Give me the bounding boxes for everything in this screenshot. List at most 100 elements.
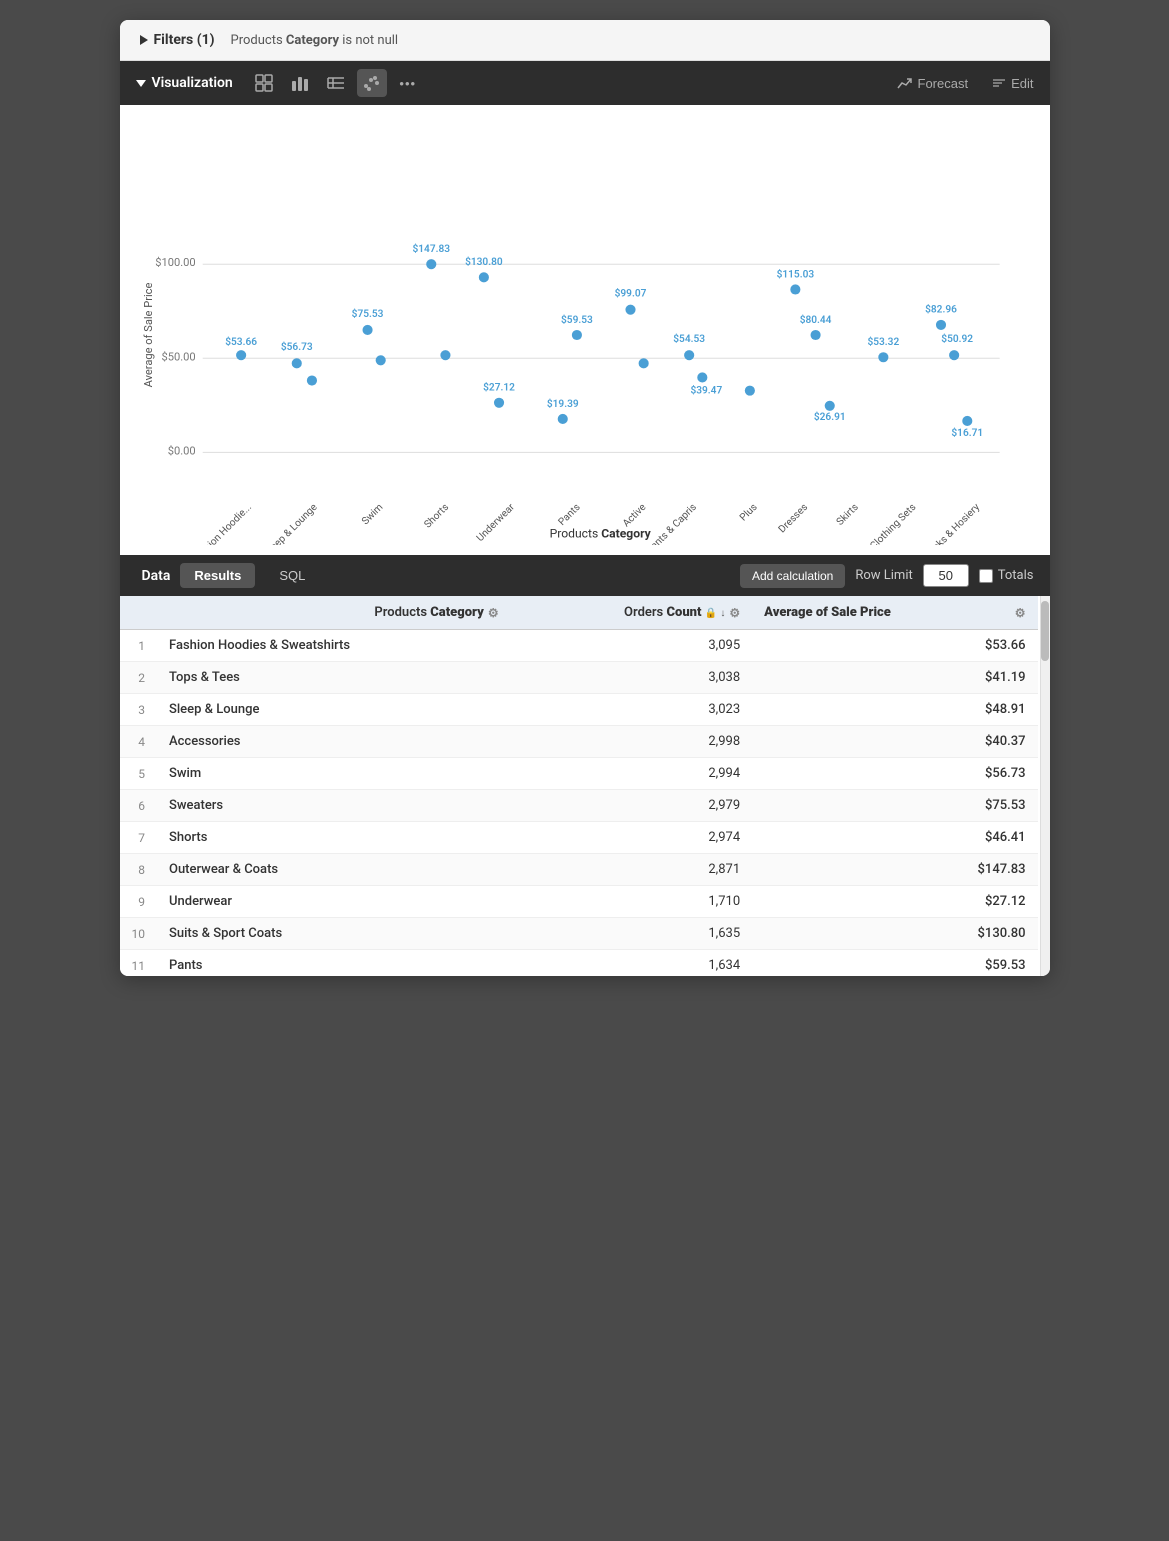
row-num: 10 (120, 918, 158, 950)
row-num: 3 (120, 694, 158, 726)
row-category: Suits & Sport Coats (157, 918, 511, 950)
svg-text:Skirts: Skirts (834, 502, 860, 528)
tab-sql[interactable]: SQL (265, 563, 319, 588)
y-axis-label: Average of Sale Price (142, 283, 155, 388)
svg-text:$147.83: $147.83 (412, 242, 450, 255)
list-view-button[interactable] (321, 69, 351, 97)
results-table: Products Category ⚙ Orders Count 🔒 ↓ ⚙ (120, 596, 1038, 976)
scroll-thumb[interactable] (1041, 601, 1049, 661)
row-category: Accessories (157, 726, 511, 758)
svg-text:Products Category: Products Category (549, 526, 651, 540)
row-category: Tops & Tees (157, 662, 511, 694)
col-header-avg-price: Average of Sale Price ⚙ (752, 596, 1037, 630)
scatter-view-button[interactable] (357, 69, 387, 97)
edit-button[interactable]: Edit (992, 76, 1033, 91)
table-row: 3 Sleep & Lounge 3,023 $48.91 (120, 694, 1038, 726)
row-category: Pants (157, 950, 511, 977)
filters-arrow-icon (140, 35, 148, 45)
svg-text:Socks & Hosiery: Socks & Hosiery (922, 502, 982, 545)
table-row: 10 Suits & Sport Coats 1,635 $130.80 (120, 918, 1038, 950)
more-options-button[interactable]: ••• (393, 69, 423, 97)
filter-condition: Products Category is not null (231, 33, 399, 48)
table-row: 4 Accessories 2,998 $40.37 (120, 726, 1038, 758)
bar-chart-button[interactable] (285, 69, 315, 97)
svg-text:Swim: Swim (360, 502, 385, 527)
row-category: Swim (157, 758, 511, 790)
viz-title: Visualization (152, 75, 233, 91)
filters-toggle[interactable]: Filters (1) (140, 32, 215, 48)
row-avg-price: $41.19 (752, 662, 1037, 694)
forecast-button[interactable]: Forecast (897, 76, 969, 91)
chart-wrapper: Average of Sale Price $0.00 $50.00 $100.… (140, 125, 1030, 545)
table-row: 8 Outerwear & Coats 2,871 $147.83 (120, 854, 1038, 886)
row-orders-count: 2,998 (511, 726, 753, 758)
tab-results[interactable]: Results (180, 563, 255, 588)
category-settings-icon[interactable]: ⚙ (488, 606, 499, 620)
filters-bar: Filters (1) Products Category is not nul… (120, 20, 1050, 61)
svg-text:$39.47: $39.47 (690, 384, 722, 397)
svg-text:$56.73: $56.73 (280, 340, 312, 353)
row-avg-price: $48.91 (752, 694, 1037, 726)
svg-text:$54.53: $54.53 (673, 332, 705, 345)
row-avg-price: $147.83 (752, 854, 1037, 886)
list-icon (327, 74, 345, 92)
table-row: 9 Underwear 1,710 $27.12 (120, 886, 1038, 918)
main-container: Filters (1) Products Category is not nul… (120, 20, 1050, 976)
svg-text:$50.92: $50.92 (941, 332, 973, 345)
svg-text:$19.39: $19.39 (546, 397, 578, 410)
svg-text:Pants & Capris: Pants & Capris (644, 502, 699, 545)
svg-text:$59.53: $59.53 (561, 313, 593, 326)
svg-text:$50.00: $50.00 (161, 350, 195, 363)
row-category: Fashion Hoodies & Sweatshirts (157, 630, 511, 662)
row-limit-label: Row Limit (855, 568, 912, 583)
row-orders-count: 1,635 (511, 918, 753, 950)
viz-label-group: Visualization (136, 75, 233, 91)
table-row: 6 Sweaters 2,979 $75.53 (120, 790, 1038, 822)
row-num: 9 (120, 886, 158, 918)
row-orders-count: 1,710 (511, 886, 753, 918)
row-num: 5 (120, 758, 158, 790)
svg-text:$16.71: $16.71 (951, 426, 983, 439)
svg-text:Plus: Plus (738, 502, 760, 524)
totals-checkbox[interactable] (979, 569, 993, 583)
scatter-chart: Average of Sale Price $0.00 $50.00 $100.… (140, 125, 1030, 545)
data-title: Data (142, 568, 171, 584)
row-category: Sweaters (157, 790, 511, 822)
svg-text:$53.66: $53.66 (225, 335, 257, 348)
forecast-icon (897, 76, 913, 90)
viz-toolbar: Visualization (120, 61, 1050, 105)
svg-text:$99.07: $99.07 (614, 287, 646, 300)
table-icon (255, 74, 273, 92)
chart-area: Average of Sale Price $0.00 $50.00 $100.… (120, 105, 1050, 555)
table-row: 2 Tops & Tees 3,038 $41.19 (120, 662, 1038, 694)
row-avg-price: $53.66 (752, 630, 1037, 662)
row-num: 11 (120, 950, 158, 977)
row-category: Sleep & Lounge (157, 694, 511, 726)
scatter-icon (363, 74, 381, 92)
totals-group: Totals (979, 568, 1034, 583)
table-row: 5 Swim 2,994 $56.73 (120, 758, 1038, 790)
svg-text:$53.32: $53.32 (867, 335, 899, 348)
row-category: Underwear (157, 886, 511, 918)
row-limit-input[interactable] (923, 564, 969, 587)
table-view-button[interactable] (249, 69, 279, 97)
row-avg-price: $130.80 (752, 918, 1037, 950)
bar-chart-icon (291, 74, 309, 92)
col-header-num (120, 596, 158, 630)
svg-text:$82.96: $82.96 (925, 303, 957, 316)
row-category: Outerwear & Coats (157, 854, 511, 886)
orders-settings-icon[interactable]: ⚙ (729, 606, 740, 620)
row-orders-count: 3,023 (511, 694, 753, 726)
avg-price-settings-icon[interactable]: ⚙ (1015, 606, 1026, 620)
svg-text:Underwear: Underwear (474, 501, 517, 544)
filters-label: Filters (1) (154, 32, 215, 48)
svg-text:Pants: Pants (556, 502, 582, 528)
viz-arrow-icon (136, 80, 146, 87)
row-avg-price: $75.53 (752, 790, 1037, 822)
svg-text:$26.91: $26.91 (813, 410, 845, 423)
add-calculation-button[interactable]: Add calculation (740, 564, 845, 588)
row-orders-count: 3,038 (511, 662, 753, 694)
svg-text:$115.03: $115.03 (776, 267, 814, 280)
scroll-track[interactable] (1040, 596, 1050, 976)
data-toolbar: Data Results SQL Add calculation Row Lim… (120, 555, 1050, 596)
